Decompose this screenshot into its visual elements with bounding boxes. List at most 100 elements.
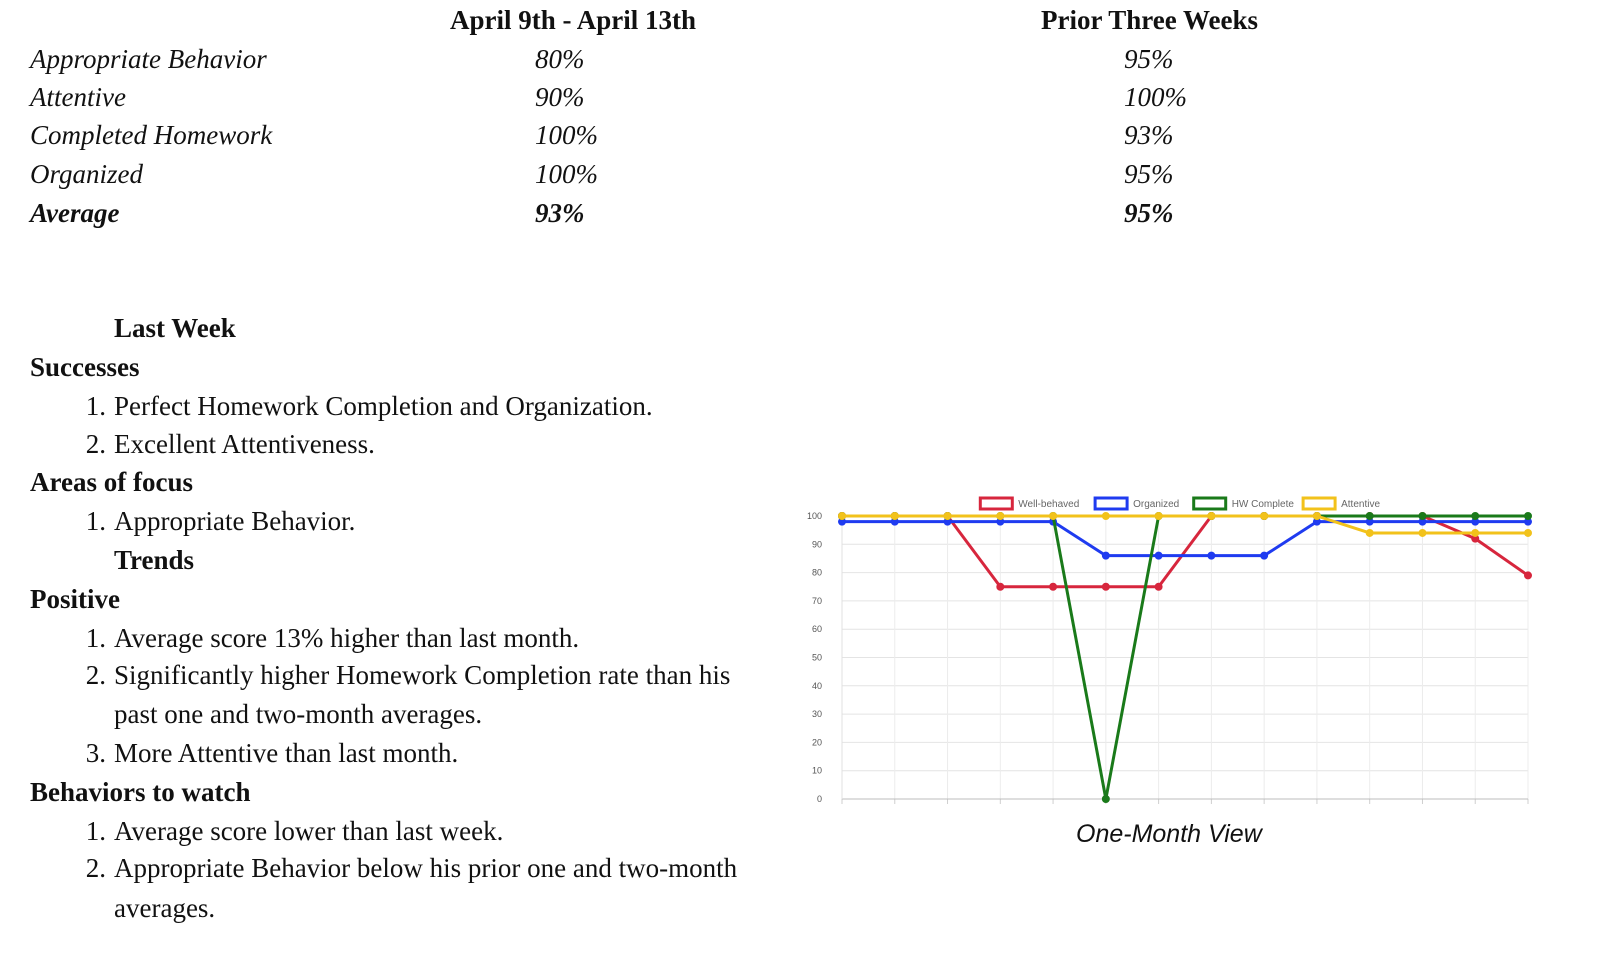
list-item-text: Appropriate Behavior. (114, 506, 356, 536)
data-point (838, 512, 846, 520)
last-week-heading: Last Week (114, 313, 236, 343)
data-point (996, 582, 1005, 591)
list-item-text: Appropriate Behavior below his prior one… (114, 853, 738, 883)
areas-of-focus-heading: Areas of focus (30, 467, 193, 497)
list-item-text: Perfect Homework Completion and Organiza… (114, 391, 653, 421)
cell-attentive-prior: 100% (1124, 82, 1187, 112)
row-label-average: Average (30, 198, 120, 228)
list-item: 1. Perfect Homework Completion and Organ… (66, 391, 766, 423)
legend-swatch (978, 496, 1014, 511)
row-label-organized: Organized (30, 159, 143, 189)
list-item-continuation: averages. (66, 893, 786, 925)
data-point (1101, 551, 1110, 560)
list-item-text: past one and two-month averages. (114, 699, 483, 729)
data-point (890, 512, 899, 520)
y-tick-label: 80 (812, 568, 822, 578)
y-tick-label: 100 (807, 511, 822, 521)
cell-average-current: 93% (535, 198, 585, 228)
list-item: 2. Appropriate Behavior below his prior … (66, 853, 786, 885)
cell-completed-homework-prior: 93% (1124, 120, 1174, 150)
data-point (1524, 571, 1532, 580)
list-number: 1. (85, 391, 106, 421)
data-point (1365, 512, 1374, 520)
data-point (1418, 512, 1427, 520)
list-item-text: averages. (114, 893, 216, 923)
data-point (1101, 795, 1110, 803)
data-point (1471, 512, 1480, 520)
y-tick-label: 30 (812, 709, 822, 719)
data-point (1471, 528, 1480, 537)
legend-label: HW Complete (1232, 499, 1295, 510)
cell-attentive-current: 90% (535, 82, 585, 112)
data-point (1049, 512, 1058, 520)
list-item-continuation: past one and two-month averages. (66, 699, 786, 731)
list-number: 3. (85, 738, 106, 768)
list-number: 1. (85, 816, 106, 846)
cell-organized-prior: 95% (1124, 159, 1174, 189)
y-tick-label: 50 (812, 653, 822, 663)
y-tick-label: 90 (812, 539, 822, 549)
behaviors-to-watch-heading: Behaviors to watch (30, 777, 251, 807)
list-number: 1. (85, 506, 106, 536)
list-item: 1. Appropriate Behavior. (66, 506, 766, 538)
data-point (1154, 582, 1163, 591)
y-tick-label: 0 (817, 794, 822, 804)
data-point (1101, 512, 1110, 520)
list-item: 3. More Attentive than last month. (66, 738, 786, 770)
row-label-appropriate-behavior: Appropriate Behavior (30, 44, 267, 74)
data-point (1365, 528, 1374, 537)
data-point (1207, 551, 1216, 560)
list-item-text: Excellent Attentiveness. (114, 429, 375, 459)
data-point (1049, 582, 1058, 591)
cell-organized-current: 100% (535, 159, 598, 189)
row-label-attentive: Attentive (30, 82, 126, 112)
list-item: 1. Average score 13% higher than last mo… (66, 623, 786, 655)
list-item: 1. Average score lower than last week. (66, 816, 786, 848)
data-point (1524, 528, 1532, 537)
list-item-text: More Attentive than last month. (114, 738, 459, 768)
trends-heading: Trends (114, 545, 195, 575)
data-point (1524, 512, 1532, 520)
data-point (1260, 551, 1269, 560)
list-item-text: Average score lower than last week. (114, 816, 504, 846)
list-item: 2. Excellent Attentiveness. (66, 429, 766, 461)
series-line (842, 514, 1529, 589)
cell-completed-homework-current: 100% (535, 120, 598, 150)
y-tick-label: 20 (812, 737, 822, 747)
data-point (1260, 512, 1269, 520)
cell-appropriate-behavior-current: 80% (535, 44, 585, 74)
data-point (996, 512, 1005, 520)
y-tick-label: 10 (812, 766, 822, 776)
list-number: 2. (85, 853, 106, 883)
data-point (943, 512, 952, 520)
y-tick-label: 70 (812, 596, 822, 606)
data-point (1154, 512, 1163, 520)
data-point (1207, 512, 1216, 520)
one-month-line-chart: 0 10 20 30 40 50 60 70 80 90 100 Well-behaved Organi… (807, 496, 1532, 804)
cell-appropriate-behavior-prior: 95% (1124, 44, 1174, 74)
chart-caption: One-Month View (1076, 820, 1262, 848)
legend-label: Well-behaved (1018, 499, 1079, 510)
list-item-text: Significantly higher Homework Completion… (114, 660, 731, 690)
legend-swatch (1192, 496, 1228, 511)
data-point (1418, 528, 1427, 537)
y-tick-label: 40 (812, 681, 822, 691)
legend-swatch (1093, 496, 1129, 511)
column-header-current-week: April 9th - April 13th (450, 5, 697, 35)
list-number: 2. (85, 660, 106, 690)
column-header-prior-weeks: Prior Three Weeks (1041, 5, 1258, 35)
list-item-text: Average score 13% higher than last month… (114, 623, 580, 653)
legend-swatch (1301, 496, 1337, 511)
cell-average-prior: 95% (1124, 198, 1174, 228)
list-number: 1. (85, 623, 106, 653)
data-point (1312, 512, 1321, 520)
legend-label: Organized (1133, 499, 1179, 510)
list-item: 2. Significantly higher Homework Complet… (66, 660, 786, 692)
data-point (1154, 551, 1163, 560)
list-number: 2. (85, 429, 106, 459)
positive-heading: Positive (30, 584, 120, 614)
row-label-completed-homework: Completed Homework (30, 120, 273, 150)
legend-label: Attentive (1341, 499, 1380, 510)
data-point (1101, 582, 1110, 591)
successes-heading: Successes (30, 352, 140, 382)
